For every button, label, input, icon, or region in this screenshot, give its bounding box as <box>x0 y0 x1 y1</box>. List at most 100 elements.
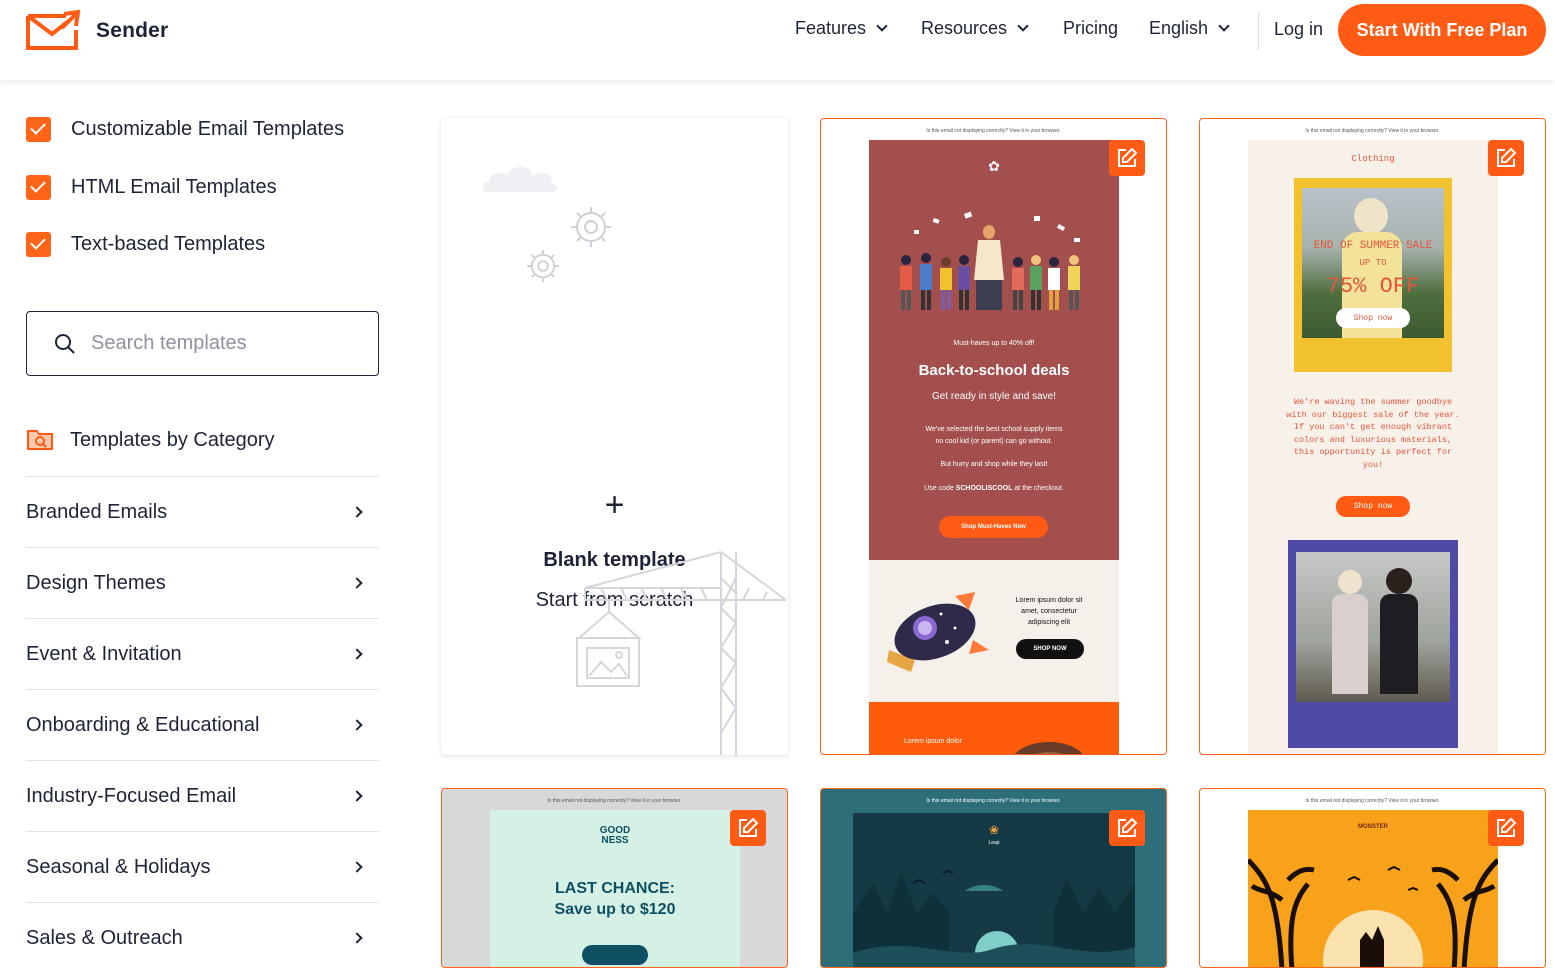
nav-pricing[interactable]: Pricing <box>1063 18 1118 39</box>
school-title: Back-to-school deals <box>918 362 1070 379</box>
backpack-illustration <box>1014 742 1083 754</box>
school-body-1: We've selected the best school supply it… <box>925 426 1063 433</box>
category-event-invitation[interactable]: Event & Invitation <box>26 618 379 689</box>
template-preview: MONSTER <box>1248 810 1498 967</box>
category-list: Branded Emails Design Themes Event & Inv… <box>26 476 379 973</box>
checkbox-checked-icon[interactable] <box>26 175 51 200</box>
sender-logo[interactable]: Sender <box>26 10 168 52</box>
nav-divider <box>1258 12 1259 50</box>
nav-language[interactable]: English <box>1149 18 1230 39</box>
search-placeholder: Search templates <box>91 332 247 354</box>
template-topline: Is this email not displaying correctly? … <box>1305 128 1440 134</box>
photo-head <box>1354 198 1388 234</box>
template-topline: Is this email not displaying correctly? … <box>547 798 682 804</box>
rocket-shop-button: SHOP NOW <box>1016 639 1084 659</box>
clothing-shop-pill: Shop now <box>1336 308 1410 328</box>
chevron-right-icon <box>351 719 363 731</box>
edit-template-button[interactable] <box>1488 810 1524 846</box>
goodness-button <box>582 945 648 965</box>
edit-template-button[interactable] <box>1109 140 1145 176</box>
kids-illustration <box>900 211 1080 310</box>
category-label: Sales & Outreach <box>26 926 183 949</box>
category-seasonal[interactable]: Seasonal & Holidays <box>26 831 379 902</box>
school-code-suffix: at the checkout. <box>1012 485 1064 492</box>
clothing-brand: Clothing <box>1351 154 1395 164</box>
start-free-plan-button[interactable]: Start With Free Plan <box>1338 4 1546 56</box>
chevron-down-icon <box>1017 20 1029 32</box>
clothing-sale-line-3: 75% OFF <box>1326 274 1420 299</box>
nav-resources-label: Resources <box>921 18 1008 38</box>
nav-pricing-label: Pricing <box>1063 18 1119 38</box>
category-sales-outreach[interactable]: Sales & Outreach <box>26 902 379 973</box>
chevron-right-icon <box>351 506 363 518</box>
school-small-text: Must-haves up to 40% off! <box>953 340 1035 347</box>
filter-label: Customizable Email Templates <box>71 118 345 140</box>
checkbox-checked-icon[interactable] <box>26 117 51 142</box>
photo2-head-b <box>1386 568 1412 594</box>
photo2-head-a <box>1338 570 1362 594</box>
edit-template-button[interactable] <box>1109 810 1145 846</box>
rocket-illustration <box>887 592 989 672</box>
nav-features[interactable]: Features <box>795 18 888 39</box>
category-label: Design Themes <box>26 571 166 594</box>
filter-customizable[interactable]: Customizable Email Templates <box>26 117 344 142</box>
login-link[interactable]: Log in <box>1274 19 1323 40</box>
chevron-right-icon <box>351 861 363 873</box>
chevron-down-icon <box>1218 20 1230 32</box>
nav-language-label: English <box>1149 18 1209 38</box>
categories-title: Templates by Category <box>70 428 275 451</box>
category-industry-focused[interactable]: Industry-Focused Email <box>26 760 379 831</box>
template-preview: Clothing END OF SUMMER SALE UP TO 75% OF… <box>1248 140 1498 754</box>
orange-lorem: Lorem ipsum dolor <box>904 738 962 745</box>
gear-icon <box>571 207 611 247</box>
school-code-prefix: Use code <box>924 485 956 492</box>
leap-logo-text: Leap <box>988 840 1000 846</box>
clothing-photo-2-frame <box>1288 540 1458 748</box>
envelope-logo-icon <box>26 10 81 50</box>
top-header: Sender Features Resources Pricing Englis… <box>0 0 1555 80</box>
template-topline: Is this email not displaying correctly? … <box>926 798 1061 804</box>
school-code-line: Use code SCHOOLISCOOL at the checkout. <box>869 485 1119 492</box>
template-card-back-to-school[interactable]: Is this email not displaying correctly? … <box>820 118 1167 755</box>
template-card-goodness[interactable]: Is this email not displaying correctly? … <box>441 788 788 968</box>
filter-html[interactable]: HTML Email Templates <box>26 175 277 200</box>
template-topline: Is this email not displaying correctly? … <box>1305 798 1440 804</box>
login-label: Log in <box>1274 19 1324 39</box>
gear-icon <box>527 250 559 282</box>
night-landscape-illustration <box>853 869 1135 967</box>
chevron-right-icon <box>351 648 363 660</box>
template-preview: GOOD NESS LAST CHANCE: Save up to $120 <box>490 810 740 967</box>
category-design-themes[interactable]: Design Themes <box>26 547 379 618</box>
category-onboarding[interactable]: Onboarding & Educational <box>26 689 379 760</box>
template-card-clothing[interactable]: Is this email not displaying correctly? … <box>1199 118 1546 755</box>
haunted-tree-illustration <box>1248 858 1498 967</box>
category-label: Seasonal & Holidays <box>26 855 211 878</box>
edit-icon <box>739 817 759 837</box>
nav-resources[interactable]: Resources <box>921 18 1029 39</box>
checkbox-checked-icon[interactable] <box>26 232 51 257</box>
search-input[interactable]: Search templates <box>26 311 379 376</box>
blank-template-card[interactable]: + Blank template Start from scratch <box>441 118 788 755</box>
search-icon <box>55 333 75 354</box>
template-card-leap[interactable]: Is this email not displaying correctly? … <box>820 788 1167 968</box>
edit-template-button[interactable] <box>1488 140 1524 176</box>
filter-label: HTML Email Templates <box>71 176 277 198</box>
chevron-right-icon <box>351 577 363 589</box>
school-subtitle: Get ready in style and save! <box>932 391 1056 402</box>
photo2-body-a <box>1332 594 1368 694</box>
photo2-body-b <box>1380 594 1418 694</box>
logo-text: Sender <box>96 19 169 42</box>
clothing-sale-line-1: END OF SUMMER SALE <box>1313 240 1433 252</box>
goodness-subtitle: Save up to $120 <box>554 901 676 918</box>
school-body-1b: no cool kid (or parent) can go without. <box>935 438 1053 445</box>
clothing-sale-line-2: UP TO <box>1359 258 1387 268</box>
category-branded-emails[interactable]: Branded Emails <box>26 476 379 547</box>
school-code: SCHOOLISCOOL <box>955 485 1013 492</box>
nav-features-label: Features <box>795 18 867 38</box>
filter-text-based[interactable]: Text-based Templates <box>26 232 265 257</box>
crane-illustration <box>576 551 787 755</box>
edit-template-button[interactable] <box>730 810 766 846</box>
template-card-halloween[interactable]: Is this email not displaying correctly? … <box>1199 788 1546 968</box>
template-section-orange: Lorem ipsum dolor <box>869 702 1119 754</box>
chevron-down-icon <box>876 20 888 32</box>
